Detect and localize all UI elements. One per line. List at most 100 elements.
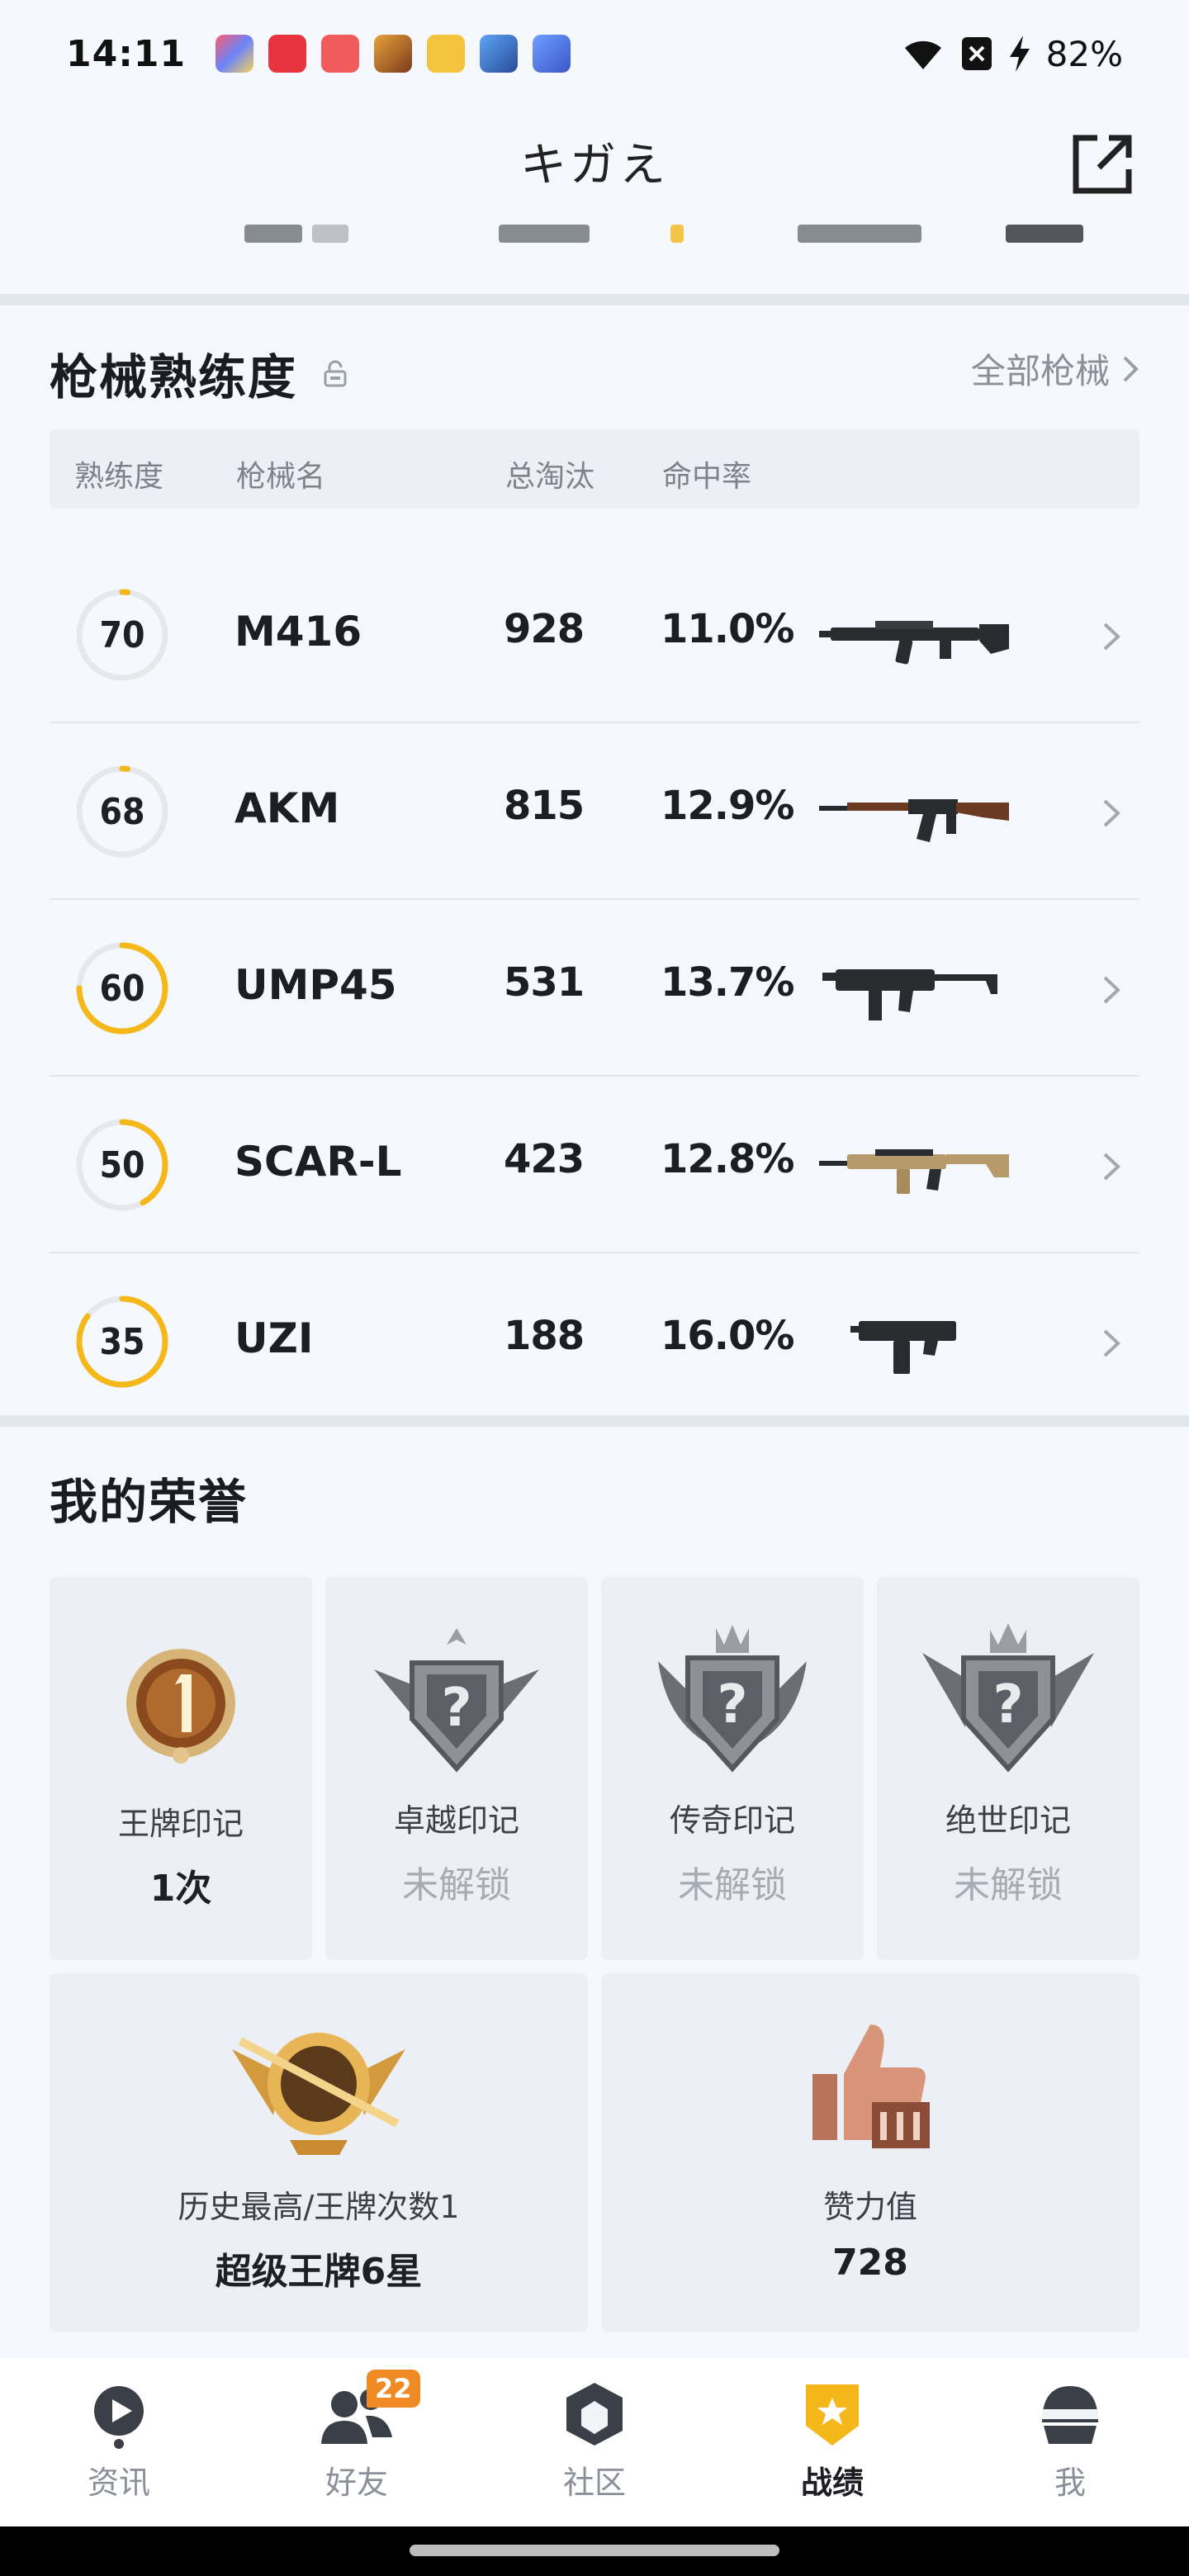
mastery-value: 68 xyxy=(99,790,145,833)
hit-rate: 13.7% xyxy=(661,959,795,1006)
mastery-value: 35 xyxy=(99,1320,145,1363)
ace-rank-badge-icon xyxy=(232,2033,405,2155)
chevron-right-icon xyxy=(1103,1329,1120,1357)
weapon-row-scar-l[interactable]: 50 SCAR-L 423 12.8% xyxy=(50,1077,1139,1253)
nav-label: 好友 xyxy=(324,2465,388,2501)
charging-icon xyxy=(1009,36,1030,72)
chevron-right-icon xyxy=(1123,356,1139,381)
table-header: 熟练度 枪械名 总淘汰 命中率 xyxy=(50,429,1139,509)
nav-item-profile[interactable]: 我 xyxy=(951,2358,1189,2526)
ump45-smg-image xyxy=(822,969,997,1020)
weapon-row-m416[interactable]: 70 M416 928 11.0% xyxy=(50,547,1139,723)
likes-card[interactable]: 赞力值 728 xyxy=(601,1973,1139,2332)
share-icon xyxy=(1073,135,1132,194)
top-bar: キガえ xyxy=(0,107,1189,215)
nav-item-community[interactable]: 社区 xyxy=(476,2358,713,2526)
hit-rate: 11.0% xyxy=(661,606,795,652)
column-header-mastery: 熟练度 xyxy=(74,460,164,494)
honor-value: 1次 xyxy=(149,1868,212,1910)
weapon-row-ump45[interactable]: 60 UMP45 531 13.7% xyxy=(50,900,1139,1077)
chevron-right-icon xyxy=(1103,1153,1120,1181)
home-indicator[interactable] xyxy=(410,2545,779,2556)
profile-icon xyxy=(1042,2386,1098,2444)
honor-label: 传奇印记 xyxy=(669,1802,795,1839)
honor-mark-legend[interactable]: ? 传奇印记 未解锁 xyxy=(601,1577,864,1960)
mastery-value: 60 xyxy=(99,967,145,1010)
weapon-name: SCAR-L xyxy=(234,1138,402,1186)
system-gesture-bar xyxy=(0,2526,1189,2576)
honor-value: 未解锁 xyxy=(678,1864,787,1906)
section-divider xyxy=(0,294,1189,305)
news-icon xyxy=(94,2386,144,2449)
honor-mark-ace[interactable]: 王牌印记 1次 xyxy=(50,1577,312,1960)
honor-section: 我的荣誉 王牌印记 1次 ? 卓越印记 未解锁 ? 传奇印记 未解锁 ? 绝世印… xyxy=(0,1427,1189,2358)
honor-label: 历史最高/王牌次数1 xyxy=(178,2189,460,2225)
nav-item-record[interactable]: 战绩 xyxy=(713,2358,951,2526)
nav-label: 我 xyxy=(1054,2465,1086,2501)
nav-item-news[interactable]: 资讯 xyxy=(0,2358,238,2526)
all-weapons-label: 全部枪械 xyxy=(970,351,1110,391)
status-bar: 14:11 82% xyxy=(0,0,1189,107)
total-kills: 531 xyxy=(504,959,585,1006)
lock-icon[interactable] xyxy=(320,358,350,388)
weapon-mastery-section: 枪械熟练度 全部枪械 熟练度 枪械名 总淘汰 命中率 70 M416 928 1… xyxy=(0,305,1189,1415)
locked-emblem-icon: ? xyxy=(922,1623,1094,1773)
section-title: 枪械熟练度 xyxy=(50,349,298,405)
m416-rifle-image xyxy=(819,621,1009,665)
chevron-right-icon xyxy=(1103,976,1120,1004)
section-divider xyxy=(0,1415,1189,1427)
total-kills: 423 xyxy=(504,1136,585,1182)
ace-medal-icon xyxy=(126,1649,235,1764)
chevron-right-icon xyxy=(1103,799,1120,827)
svg-text:?: ? xyxy=(441,1678,471,1739)
page-title: キガえ xyxy=(520,138,669,192)
bottom-nav: 资讯 22 好友 社区 战绩 我 xyxy=(0,2358,1189,2526)
locked-emblem-icon: ? xyxy=(374,1628,539,1773)
status-time: 14:11 xyxy=(66,32,187,75)
nav-item-friends[interactable]: 22 好友 xyxy=(238,2358,476,2526)
honor-label: 王牌印记 xyxy=(117,1806,244,1842)
record-icon xyxy=(806,2384,859,2446)
share-button[interactable] xyxy=(1065,127,1139,201)
honor-mark-peerless[interactable]: ? 绝世印记 未解锁 xyxy=(877,1577,1139,1960)
chevron-right-icon xyxy=(1103,623,1120,651)
hit-rate: 16.0% xyxy=(661,1313,795,1359)
game-app-icon xyxy=(427,35,466,73)
locked-emblem-icon: ? xyxy=(658,1625,807,1773)
hit-rate: 12.9% xyxy=(661,783,795,829)
weapon-name: AKM xyxy=(234,784,340,832)
section-title: 我的荣誉 xyxy=(50,1474,249,1530)
wifi-icon xyxy=(904,40,941,69)
weapon-name: UZI xyxy=(234,1314,314,1362)
game-app-icon xyxy=(374,35,413,73)
total-kills: 188 xyxy=(504,1313,585,1359)
total-kills: 815 xyxy=(504,783,585,829)
nav-label: 资讯 xyxy=(87,2465,150,2501)
honor-value: 728 xyxy=(832,2242,908,2284)
scrolled-content-remnant xyxy=(0,215,1189,294)
all-weapons-link[interactable]: 全部枪械 xyxy=(971,343,1139,394)
highest-rank-card[interactable]: 历史最高/王牌次数1 超级王牌6星 xyxy=(50,1973,588,2332)
weapon-name: M416 xyxy=(234,608,362,656)
battery-level: 82% xyxy=(1045,33,1123,74)
honor-mark-excellence[interactable]: ? 卓越印记 未解锁 xyxy=(325,1577,588,1960)
svg-text:?: ? xyxy=(717,1674,747,1735)
honor-value: 未解锁 xyxy=(954,1864,1063,1906)
photos-app-icon xyxy=(216,35,254,73)
game-app-icon xyxy=(480,35,519,73)
mastery-value: 70 xyxy=(99,613,145,656)
honor-label: 赞力值 xyxy=(822,2189,917,2225)
weapon-name: UMP45 xyxy=(234,961,397,1009)
game-app-icon xyxy=(533,35,571,73)
weapon-row-uzi[interactable]: 35 UZI 188 16.0% xyxy=(50,1253,1139,1430)
hit-rate: 12.8% xyxy=(661,1136,795,1182)
weapon-row-akm[interactable]: 68 AKM 815 12.9% xyxy=(50,723,1139,900)
notification-icons xyxy=(216,35,571,73)
uzi-smg-image xyxy=(850,1321,956,1374)
section-header: 枪械熟练度 xyxy=(50,339,350,408)
column-header-kills: 总淘汰 xyxy=(505,460,595,494)
honor-label: 绝世印记 xyxy=(945,1802,1071,1839)
thumbs-up-icon xyxy=(812,2024,930,2148)
status-right: 82% xyxy=(901,34,1123,74)
video-app-icon xyxy=(321,35,360,73)
